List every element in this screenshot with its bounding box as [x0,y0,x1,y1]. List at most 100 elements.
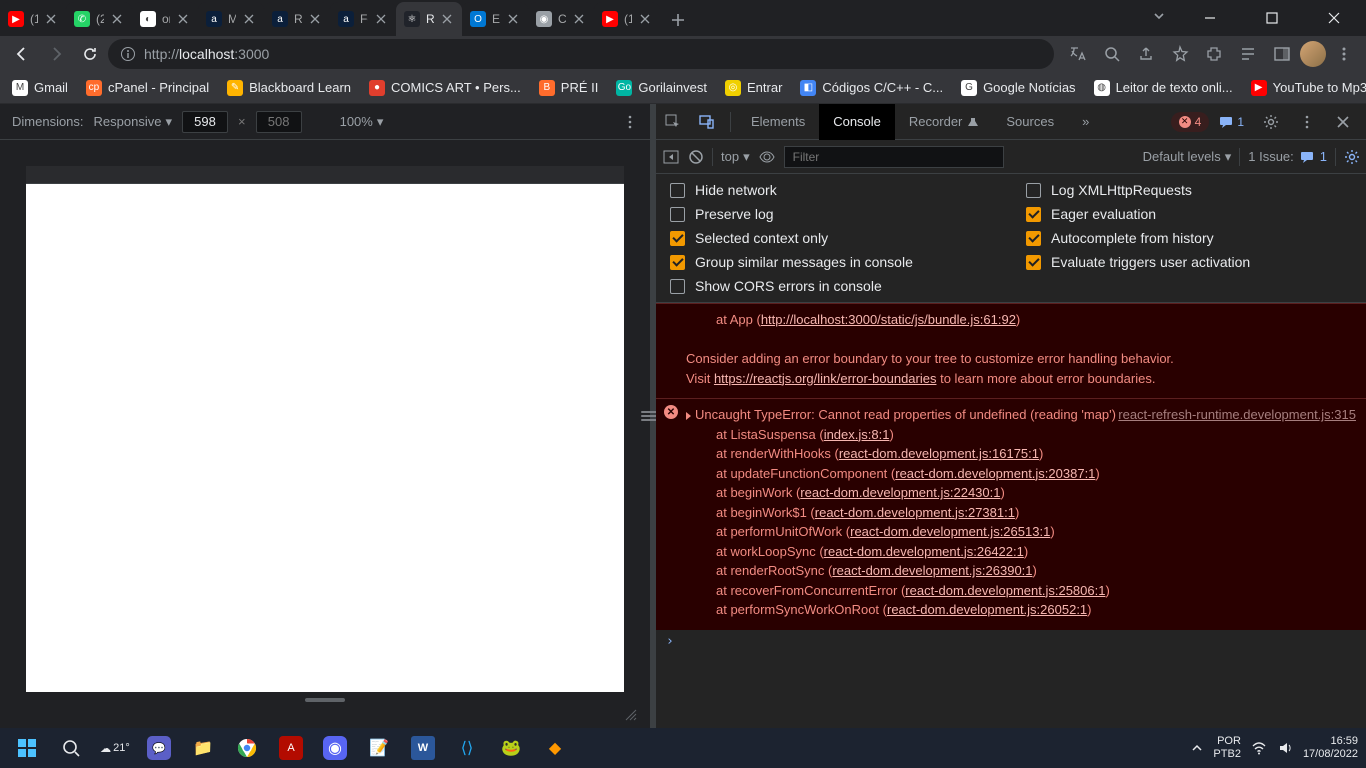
tab-close-icon[interactable] [176,12,190,26]
stack-link[interactable]: react-dom.development.js:25806:1 [905,583,1105,598]
taskbar-teams-icon[interactable]: 💬 [140,732,178,764]
bookmark-item[interactable]: ◍Leitor de texto onli... [1086,74,1241,102]
stack-link[interactable]: react-dom.development.js:20387:1 [895,466,1095,481]
taskbar-search-icon[interactable] [52,732,90,764]
taskbar-acrobat-icon[interactable]: A [272,732,310,764]
console-prompt[interactable]: › [656,630,1366,653]
device-toolbar-menu-icon[interactable] [622,114,638,130]
console-filter-input[interactable] [784,146,1004,168]
tab-close-icon[interactable] [572,12,586,26]
chk-preserve-log[interactable]: Preserve log [670,206,996,222]
taskbar-language[interactable]: PORPTB2 [1213,735,1241,761]
forward-button[interactable] [40,38,72,70]
tab-close-icon[interactable] [242,12,256,26]
start-button[interactable] [8,732,46,764]
docs-link[interactable]: https://reactjs.org/link/error-boundarie… [714,371,937,386]
bookmark-item[interactable]: GoGorilainvest [608,74,715,102]
taskbar-app-icon[interactable]: 🐸 [492,732,530,764]
chk-hide-network[interactable]: Hide network [670,182,996,198]
taskbar-clock[interactable]: 16:5917/08/2022 [1303,735,1358,761]
live-expression-icon[interactable] [758,148,776,166]
bookmark-item[interactable]: ◎Entrar [717,74,790,102]
stack-link[interactable]: react-dom.development.js:26052:1 [887,602,1087,617]
tab-elements[interactable]: Elements [737,104,819,140]
taskbar-notepad-icon[interactable]: 📝 [360,732,398,764]
chk-log-xhr[interactable]: Log XMLHttpRequests [1026,182,1352,198]
browser-tab[interactable]: aFórum | [330,2,396,36]
browser-tab[interactable]: OEmail – r [462,2,528,36]
browser-tab[interactable]: ▶(134) Un [0,2,66,36]
bookmark-star-icon[interactable] [1164,38,1196,70]
chk-show-cors[interactable]: Show CORS errors in console [670,278,996,294]
error-count-badge[interactable]: ✕4 [1171,112,1210,132]
browser-tab[interactable]: ⚛React Ap [396,2,462,36]
reload-button[interactable] [74,38,106,70]
site-info-icon[interactable] [120,46,136,62]
taskbar-explorer-icon[interactable]: 📁 [184,732,222,764]
chk-eager-eval[interactable]: Eager evaluation [1026,206,1352,222]
taskbar-vscode-icon[interactable]: ⟨⟩ [448,732,486,764]
bookmark-item[interactable]: ●COMICS ART • Pers... [361,74,529,102]
expand-triangle-icon[interactable] [686,412,691,420]
console-sidebar-toggle-icon[interactable] [662,148,680,166]
browser-tab[interactable]: ▶(134) Re [594,2,660,36]
zoom-icon[interactable] [1096,38,1128,70]
tabs-overflow-icon[interactable]: » [1068,104,1103,140]
inspect-element-icon[interactable] [656,104,690,140]
back-button[interactable] [6,38,38,70]
tab-close-icon[interactable] [440,12,454,26]
translate-icon[interactable] [1062,38,1094,70]
tab-close-icon[interactable] [44,12,58,26]
stack-link[interactable]: react-dom.development.js:16175:1 [839,446,1039,461]
taskbar-word-icon[interactable]: W [404,732,442,764]
viewport-resize-handle[interactable] [305,698,345,702]
resize-grip-icon[interactable] [624,708,638,722]
bookmark-item[interactable]: MGmail [4,74,76,102]
stack-link[interactable]: react-dom.development.js:26390:1 [832,563,1032,578]
devtools-close-icon[interactable] [1326,104,1360,140]
error-source-link[interactable]: react-refresh-runtime.development.js:315 [1118,405,1356,425]
execution-context-select[interactable]: top ▾ [721,149,750,165]
responsive-mode-select[interactable]: Responsive ▾ [94,114,172,130]
message-count-badge[interactable]: 1 [1211,112,1252,132]
viewport-height-input[interactable] [256,111,302,133]
issues-chip[interactable]: 1 Issue: 1 [1248,149,1327,164]
console-settings-gear-icon[interactable] [1344,149,1360,165]
chk-autocomplete[interactable]: Autocomplete from history [1026,230,1352,246]
stack-link[interactable]: react-dom.development.js:26422:1 [824,544,1024,559]
bookmark-item[interactable]: BPRÉ II [531,74,607,102]
extensions-icon[interactable] [1198,38,1230,70]
tab-close-icon[interactable] [506,12,520,26]
browser-tab[interactable]: ◉Copa Ar [528,2,594,36]
bookmark-item[interactable]: ▶YouTube to Mp3 C... [1243,74,1366,102]
devtools-menu-icon[interactable] [1290,104,1324,140]
clear-console-icon[interactable] [688,149,704,165]
chrome-menu-icon[interactable] [1328,38,1360,70]
tab-close-icon[interactable] [638,12,652,26]
reading-list-icon[interactable] [1232,38,1264,70]
stack-link[interactable]: react-dom.development.js:22430:1 [800,485,1000,500]
stack-link[interactable]: react-dom.development.js:27381:1 [815,505,1015,520]
tab-recorder[interactable]: Recorder [895,104,992,140]
stack-link[interactable]: http://localhost:3000/static/js/bundle.j… [761,312,1016,327]
browser-tab[interactable]: aMARCIO [198,2,264,36]
profile-avatar[interactable] [1300,41,1326,67]
chk-selected-context[interactable]: Selected context only [670,230,996,246]
share-icon[interactable] [1130,38,1162,70]
wifi-icon[interactable] [1251,740,1267,756]
bookmark-item[interactable]: cpcPanel - Principal [78,74,217,102]
taskbar-chrome-icon[interactable] [228,732,266,764]
volume-icon[interactable] [1277,740,1293,756]
bookmark-item[interactable]: ✎Blackboard Learn [219,74,359,102]
tray-overflow-icon[interactable] [1191,742,1203,754]
tab-close-icon[interactable] [308,12,322,26]
taskbar-weather[interactable]: ☁21° [96,732,134,764]
browser-tab[interactable]: ◐organo/ [132,2,198,36]
chk-eval-triggers[interactable]: Evaluate triggers user activation [1026,254,1352,270]
emulated-viewport[interactable] [26,184,624,692]
zoom-select[interactable]: 100% ▾ [340,114,384,130]
browser-tab[interactable]: aReact: de [264,2,330,36]
viewport-width-input[interactable] [182,111,228,133]
devtools-settings-icon[interactable] [1254,104,1288,140]
bookmark-item[interactable]: GGoogle Notícias [953,74,1084,102]
